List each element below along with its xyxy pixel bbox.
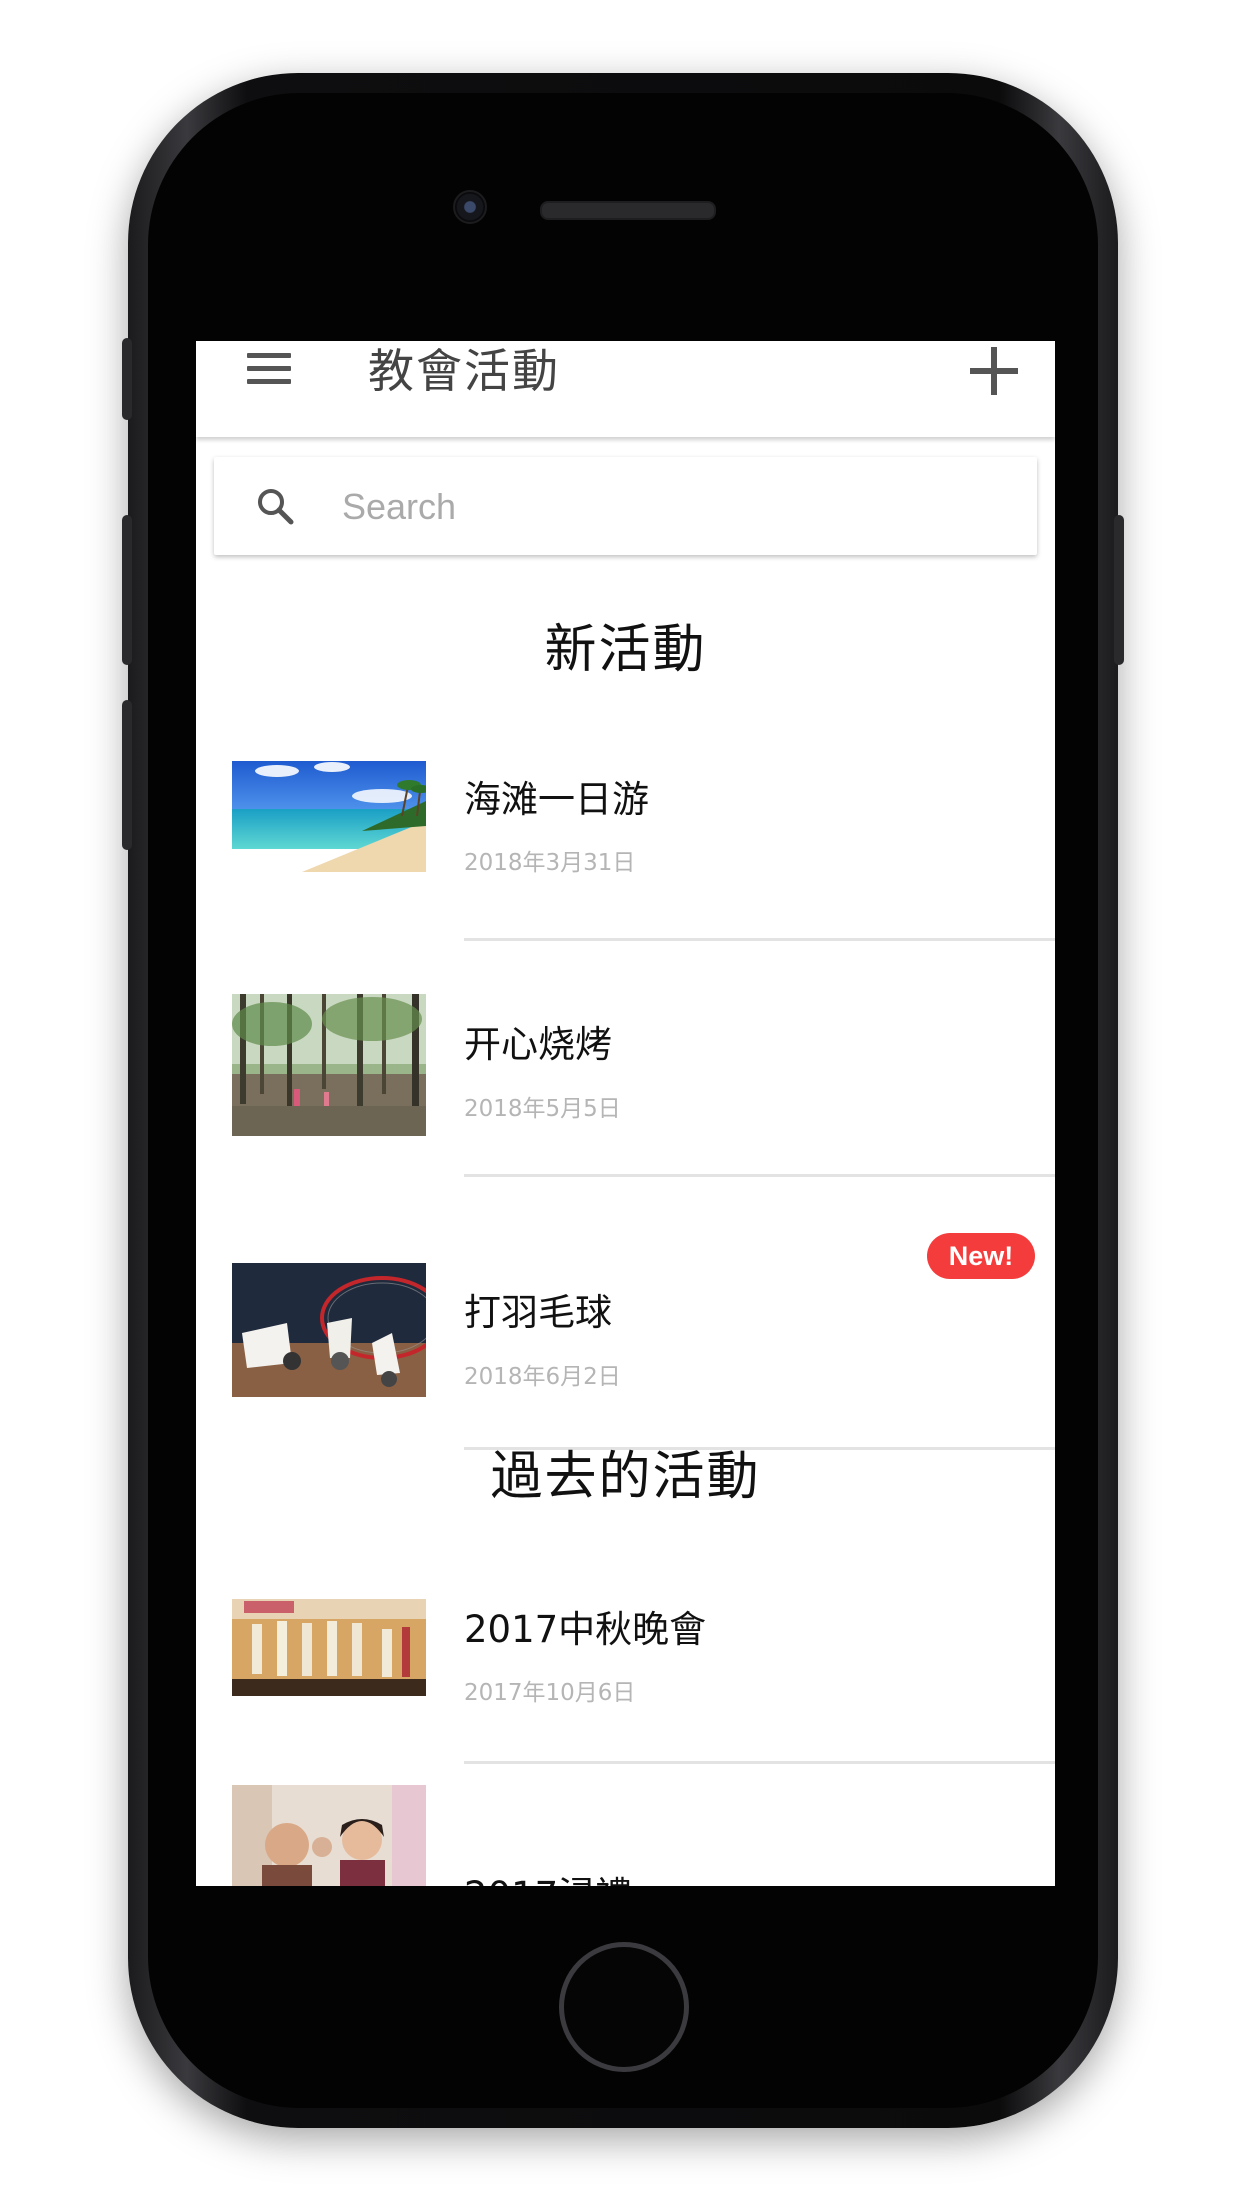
home-button[interactable] — [559, 1942, 689, 2072]
section-title-new: 新活動 — [544, 620, 707, 680]
item-title: 2017浸禮 — [464, 1865, 632, 1886]
search-bar[interactable] — [214, 457, 1037, 555]
volume-down-button — [122, 700, 132, 850]
item-date: 2018年5月5日 — [464, 1096, 621, 1122]
item-title: 海滩一日游 — [464, 778, 649, 821]
hamburger-menu-icon[interactable] — [247, 353, 293, 389]
list-item[interactable]: 2017浸禮 — [196, 1785, 1055, 1886]
badminton-photo — [232, 1263, 426, 1397]
search-icon — [258, 489, 294, 525]
stage-performance-photo — [232, 1599, 426, 1696]
item-date: 2018年6月2日 — [464, 1364, 621, 1390]
divider — [464, 1761, 1055, 1764]
park-photo — [232, 994, 426, 1136]
search-input[interactable] — [340, 479, 984, 535]
app-bar: 教會活動 — [196, 341, 1055, 437]
list-item[interactable]: 开心烧烤 2018年5月5日 — [196, 994, 1055, 1226]
list-item[interactable]: 海滩一日游 2018年3月31日 — [196, 761, 1055, 993]
beach-photo — [232, 761, 426, 872]
people-photo — [232, 1785, 426, 1886]
divider — [464, 1174, 1055, 1177]
section-title-past: 過去的活動 — [490, 1447, 761, 1507]
item-title: 开心烧烤 — [464, 1023, 612, 1066]
front-camera — [453, 190, 487, 224]
volume-up-button — [122, 515, 132, 665]
divider — [464, 938, 1055, 941]
app-screen: 教會活動 新活動 — [196, 341, 1055, 1886]
item-date: 2017年10月6日 — [464, 1680, 636, 1706]
item-title: 2017中秋晚會 — [464, 1608, 707, 1651]
page-title: 教會活動 — [368, 344, 560, 398]
mute-switch — [122, 338, 132, 420]
earpiece-speaker — [540, 201, 716, 220]
item-title: 打羽毛球 — [464, 1291, 612, 1334]
item-date: 2018年3月31日 — [464, 850, 636, 876]
new-badge: New! — [927, 1233, 1035, 1279]
power-button — [1114, 515, 1124, 665]
list-item[interactable]: New! 打羽毛球 2018年6月2日 — [196, 1227, 1055, 1459]
add-icon[interactable] — [970, 347, 1018, 395]
